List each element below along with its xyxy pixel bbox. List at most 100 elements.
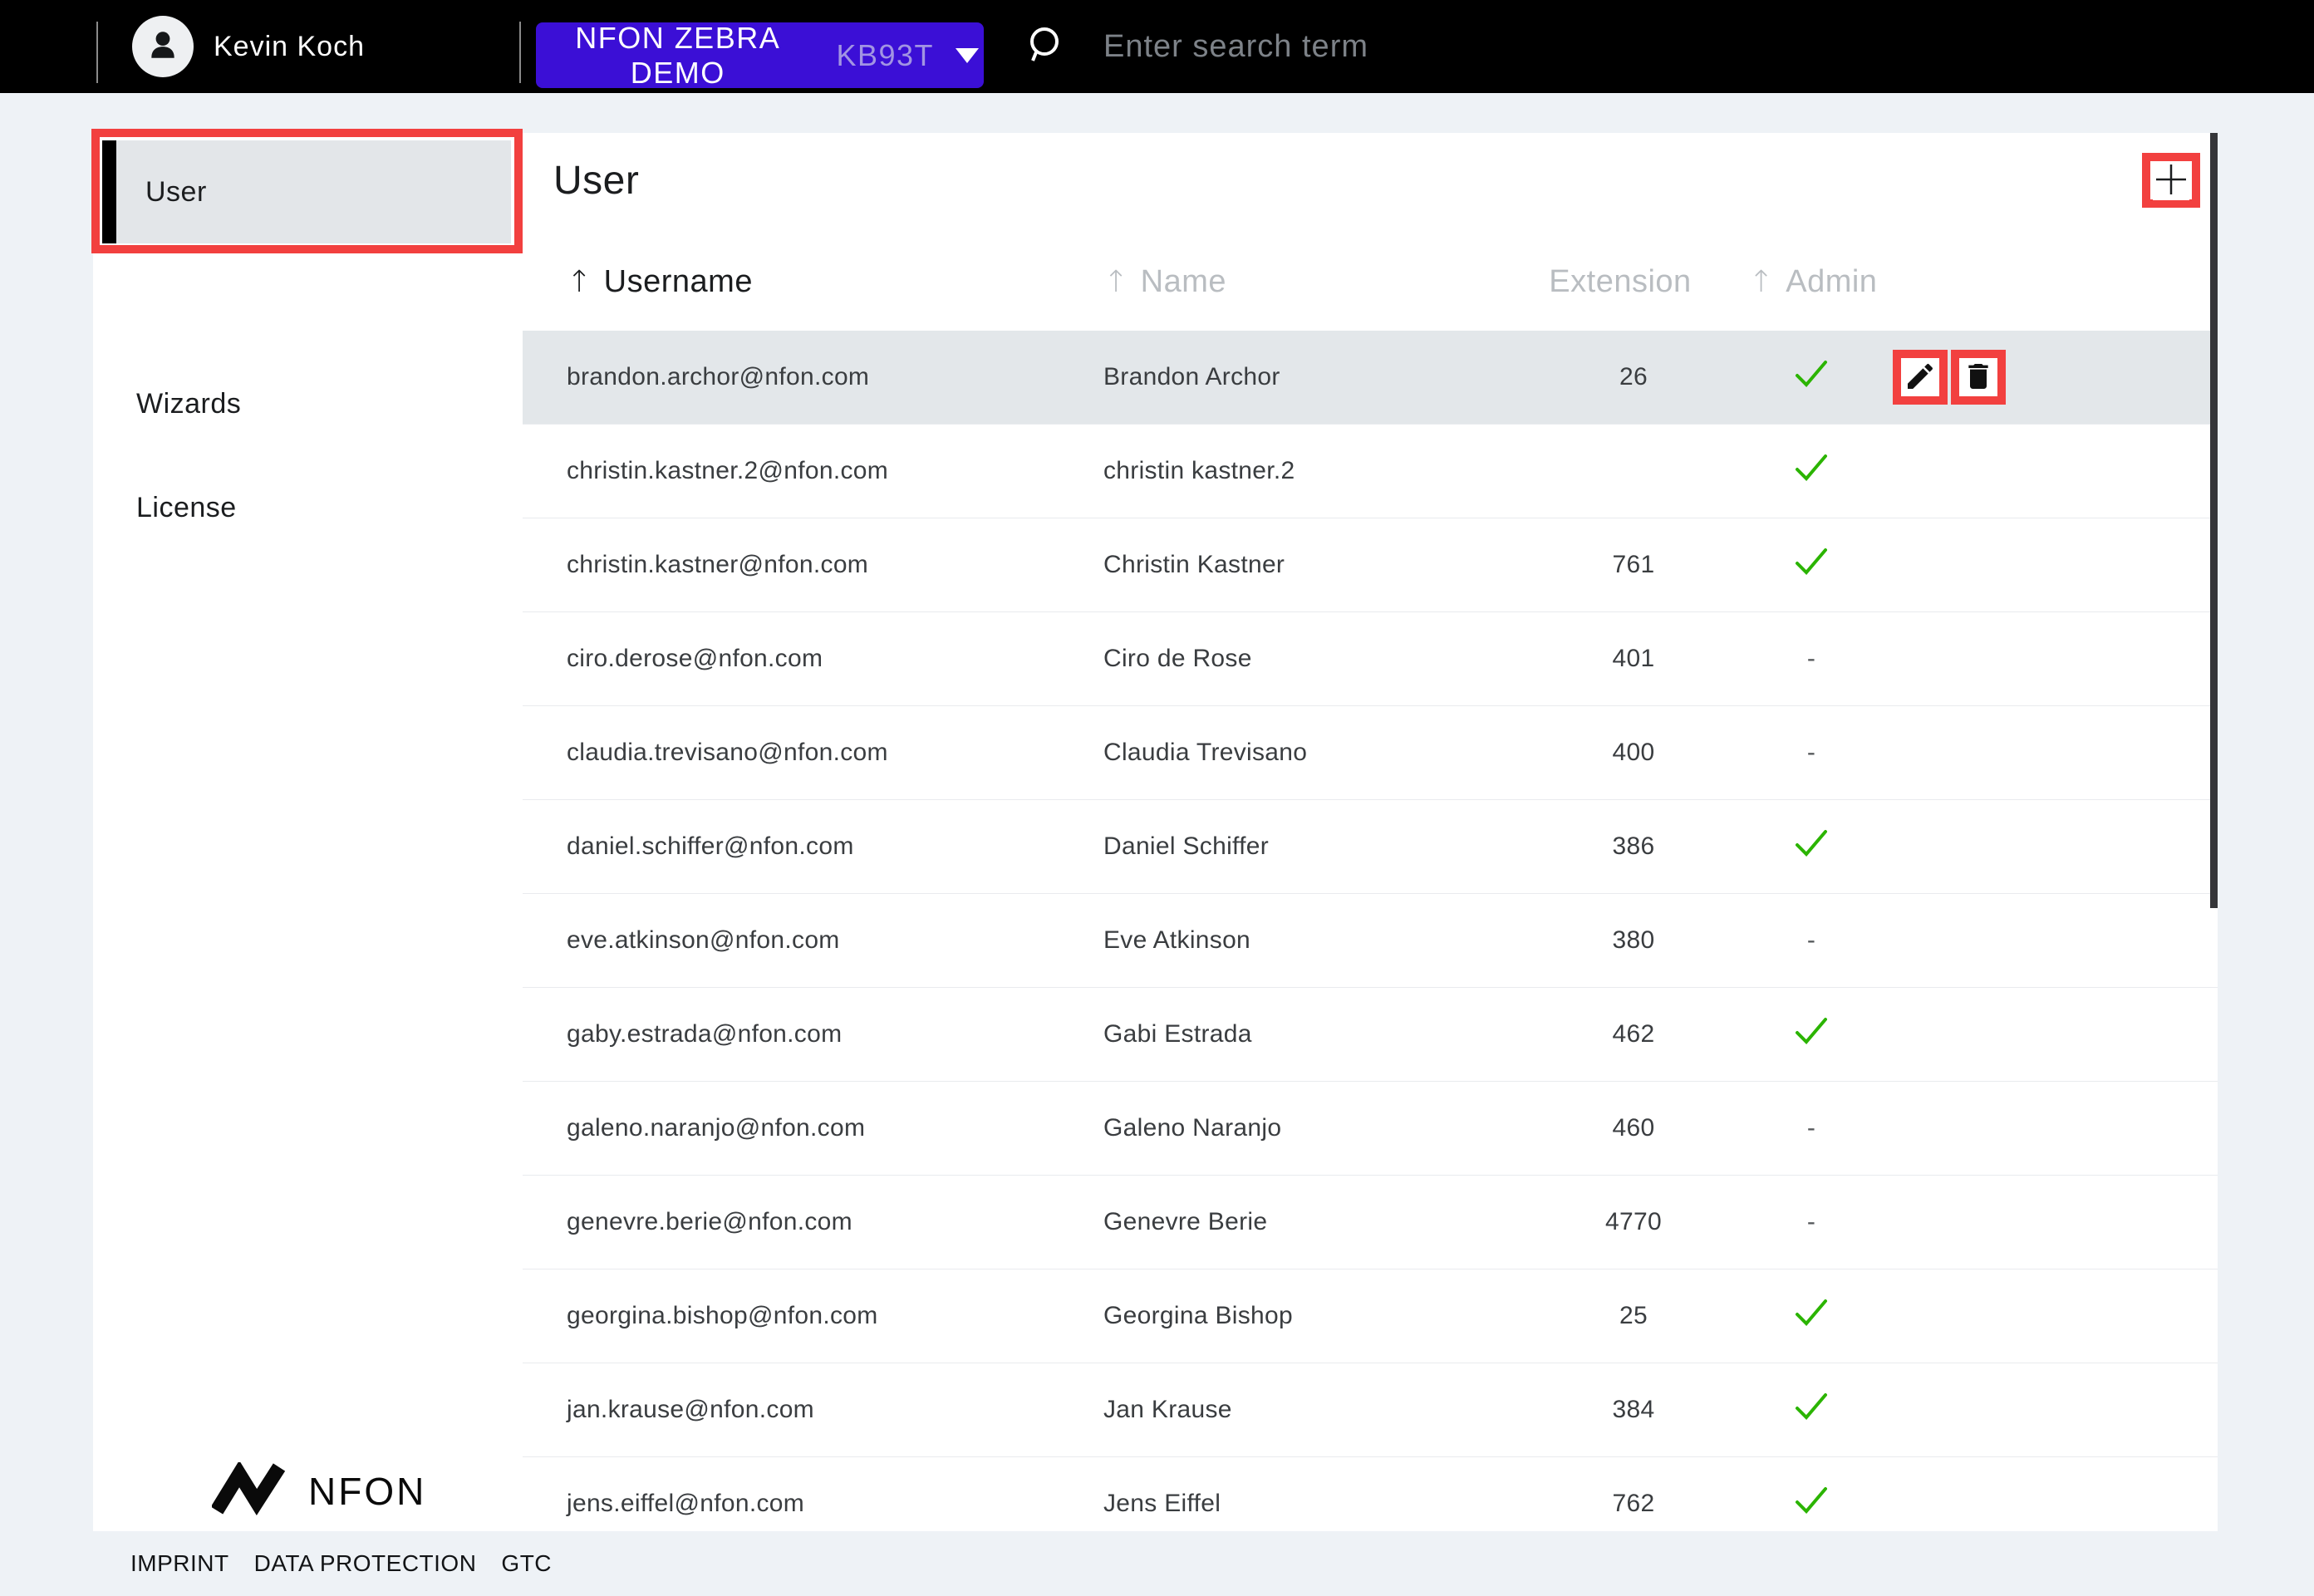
admin-check-icon bbox=[1792, 827, 1830, 867]
table-row[interactable]: brandon.archor@nfon.com Brandon Archor 2… bbox=[523, 331, 2218, 424]
cell-extension: 4770 bbox=[1550, 1176, 1717, 1269]
cell-name: Jan Krause bbox=[1103, 1363, 1232, 1456]
cell-admin: - bbox=[1728, 518, 1894, 611]
table-row[interactable]: claudia.trevisano@nfon.com Claudia Trevi… bbox=[523, 705, 2218, 799]
sidebar: User Wizards License NFON bbox=[93, 133, 523, 1531]
table-row[interactable]: jens.eiffel@nfon.com Jens Eiffel 762 - bbox=[523, 1456, 2218, 1531]
cell-name: Georgina Bishop bbox=[1103, 1269, 1293, 1363]
cell-admin: - bbox=[1728, 894, 1894, 987]
admin-dash: - bbox=[1807, 1208, 1815, 1236]
table-row[interactable]: christin.kastner.2@nfon.com christin kas… bbox=[523, 424, 2218, 518]
sidebar-item-wizards[interactable]: Wizards bbox=[93, 371, 511, 437]
cell-extension: 462 bbox=[1550, 988, 1717, 1081]
avatar[interactable] bbox=[132, 16, 194, 77]
table-row[interactable]: galeno.naranjo@nfon.com Galeno Naranjo 4… bbox=[523, 1081, 2218, 1175]
table-row[interactable]: eve.atkinson@nfon.com Eve Atkinson 380 - bbox=[523, 893, 2218, 987]
admin-dash: - bbox=[1807, 926, 1815, 955]
cell-username: jens.eiffel@nfon.com bbox=[567, 1457, 804, 1531]
cell-admin: - bbox=[1728, 706, 1894, 799]
scrollbar-thumb[interactable] bbox=[2210, 133, 2218, 908]
pencil-icon bbox=[1904, 360, 1937, 395]
add-user-button[interactable] bbox=[2153, 161, 2189, 200]
admin-check-icon bbox=[1792, 357, 1830, 397]
cell-extension: 761 bbox=[1550, 518, 1717, 611]
user-icon bbox=[145, 27, 180, 66]
cell-name: Eve Atkinson bbox=[1103, 894, 1250, 987]
footer-link-data-protection[interactable]: DATA PROTECTION bbox=[254, 1550, 477, 1577]
cell-name: Gabi Estrada bbox=[1103, 988, 1252, 1081]
row-actions bbox=[1893, 350, 2009, 405]
table-row[interactable]: gaby.estrada@nfon.com Gabi Estrada 462 - bbox=[523, 987, 2218, 1081]
admin-check-icon bbox=[1792, 545, 1830, 585]
edit-button[interactable] bbox=[1904, 360, 1937, 395]
column-header-name[interactable]: ↑ Name bbox=[1103, 233, 1226, 331]
table-row[interactable]: jan.krause@nfon.com Jan Krause 384 - bbox=[523, 1363, 2218, 1456]
nfon-logo-text: NFON bbox=[308, 1469, 426, 1514]
account-selector-button[interactable]: NFON ZEBRA DEMO KB93T bbox=[536, 22, 984, 88]
cell-admin: - bbox=[1728, 988, 1894, 1081]
cell-name: Galeno Naranjo bbox=[1103, 1082, 1281, 1175]
column-header-username[interactable]: ↑ Username bbox=[567, 233, 753, 331]
cell-extension bbox=[1550, 425, 1717, 518]
topbar-divider bbox=[96, 22, 98, 83]
cell-extension: 400 bbox=[1550, 706, 1717, 799]
footer-link-gtc[interactable]: GTC bbox=[501, 1550, 552, 1577]
cell-username: ciro.derose@nfon.com bbox=[567, 612, 823, 705]
sort-arrow-icon: ↑ bbox=[567, 265, 592, 299]
sidebar-item-license[interactable]: License bbox=[93, 474, 511, 541]
sort-arrow-icon: ↑ bbox=[1103, 265, 1129, 299]
sidebar-item-label: License bbox=[136, 492, 237, 524]
annotation-box-delete bbox=[1951, 350, 2006, 405]
cell-name: Genevre Berie bbox=[1103, 1176, 1267, 1269]
cell-username: georgina.bishop@nfon.com bbox=[567, 1269, 878, 1363]
column-label: Username bbox=[604, 264, 753, 300]
search-icon[interactable] bbox=[1022, 23, 1065, 71]
cell-username: galeno.naranjo@nfon.com bbox=[567, 1082, 865, 1175]
cell-extension: 384 bbox=[1550, 1363, 1717, 1456]
footer: IMPRINT DATA PROTECTION GTC bbox=[0, 1531, 2314, 1596]
nfon-logo-icon bbox=[212, 1462, 295, 1520]
trash-icon bbox=[1962, 360, 1995, 395]
plus-icon bbox=[2153, 161, 2189, 200]
table-row[interactable]: ciro.derose@nfon.com Ciro de Rose 401 - bbox=[523, 611, 2218, 705]
cell-extension: 401 bbox=[1550, 612, 1717, 705]
admin-check-icon bbox=[1792, 1390, 1830, 1430]
cell-admin: - bbox=[1728, 425, 1894, 518]
table-row[interactable]: georgina.bishop@nfon.com Georgina Bishop… bbox=[523, 1269, 2218, 1363]
column-label: Extension bbox=[1549, 264, 1691, 300]
active-indicator-bar bbox=[102, 140, 116, 243]
sidebar-item-user[interactable]: User bbox=[102, 140, 511, 243]
admin-check-icon bbox=[1792, 451, 1830, 491]
cell-admin: - bbox=[1728, 1457, 1894, 1531]
cell-admin: - bbox=[1728, 612, 1894, 705]
cell-name: Christin Kastner bbox=[1103, 518, 1285, 611]
column-header-extension[interactable]: Extension bbox=[1537, 233, 1703, 331]
cell-extension: 26 bbox=[1550, 331, 1717, 424]
admin-dash: - bbox=[1807, 1114, 1815, 1142]
search-input[interactable] bbox=[1102, 28, 1853, 66]
topbar: Kevin Koch NFON ZEBRA DEMO KB93T bbox=[0, 0, 2314, 93]
table-row[interactable]: daniel.schiffer@nfon.com Daniel Schiffer… bbox=[523, 799, 2218, 893]
nfon-logo: NFON bbox=[212, 1462, 426, 1520]
table-row[interactable]: christin.kastner@nfon.com Christin Kastn… bbox=[523, 518, 2218, 611]
cell-admin: - bbox=[1728, 1363, 1894, 1456]
account-code: KB93T bbox=[836, 38, 934, 73]
admin-dash: - bbox=[1807, 645, 1815, 673]
cell-admin: - bbox=[1728, 1176, 1894, 1269]
column-header-admin[interactable]: ↑ Admin bbox=[1722, 233, 1904, 331]
cell-extension: 380 bbox=[1550, 894, 1717, 987]
cell-username: gaby.estrada@nfon.com bbox=[567, 988, 842, 1081]
delete-button[interactable] bbox=[1962, 360, 1995, 395]
cell-extension: 386 bbox=[1550, 800, 1717, 893]
cell-name: Daniel Schiffer bbox=[1103, 800, 1269, 893]
page-title: User bbox=[553, 158, 639, 204]
cell-admin: - bbox=[1728, 331, 1894, 424]
user-table-body: brandon.archor@nfon.com Brandon Archor 2… bbox=[523, 331, 2218, 1531]
cell-username: daniel.schiffer@nfon.com bbox=[567, 800, 854, 893]
table-row[interactable]: genevre.berie@nfon.com Genevre Berie 477… bbox=[523, 1175, 2218, 1269]
cell-name: Ciro de Rose bbox=[1103, 612, 1252, 705]
footer-link-imprint[interactable]: IMPRINT bbox=[130, 1550, 229, 1577]
sidebar-item-label: User bbox=[145, 176, 207, 209]
cell-extension: 460 bbox=[1550, 1082, 1717, 1175]
cell-admin: - bbox=[1728, 800, 1894, 893]
